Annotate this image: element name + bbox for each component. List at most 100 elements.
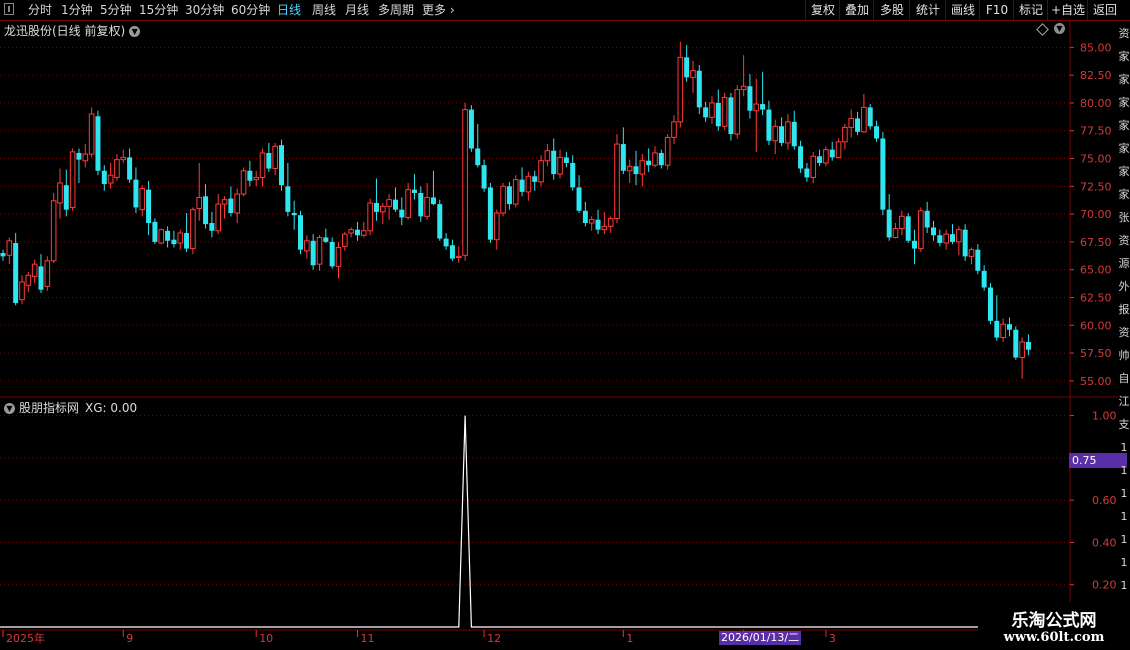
candle-body-down <box>146 189 152 224</box>
candle-body-up <box>190 209 196 250</box>
side-info-char: 1 <box>1120 441 1128 454</box>
candle-body-up <box>614 143 620 220</box>
candle <box>430 170 436 206</box>
candle <box>481 159 487 192</box>
candle <box>912 229 918 265</box>
candle <box>677 41 684 128</box>
candle-body-up <box>772 125 779 142</box>
candle-body-up <box>968 249 975 257</box>
candle <box>196 162 203 221</box>
candle-body-down <box>532 176 538 182</box>
candle <box>158 228 165 245</box>
indicator-name: 股朋指标网 <box>19 401 80 415</box>
candle-body-down <box>905 216 911 241</box>
side-info-char: 帅 <box>1118 349 1130 362</box>
candle-body-up <box>734 89 741 135</box>
candle-body-down <box>506 186 512 205</box>
candle <box>633 150 639 186</box>
candle-body-up <box>348 229 354 234</box>
candle <box>266 142 272 172</box>
candle <box>626 159 633 183</box>
candle <box>165 226 171 248</box>
candle <box>772 119 779 155</box>
cursor-date-badge: 2026/01/13/二 <box>719 631 802 645</box>
candle <box>551 138 557 180</box>
candle-body-up <box>588 219 595 224</box>
candle <box>943 229 949 250</box>
candle-body-down <box>1006 324 1012 330</box>
price-tick-label: 82.50 <box>1080 69 1112 82</box>
candle-body-down <box>38 266 44 290</box>
side-info-char: 家 <box>1118 50 1130 63</box>
candle-body-up <box>462 109 468 256</box>
candle-body-up <box>512 179 519 205</box>
candle-body-up <box>639 160 646 175</box>
candle <box>38 254 44 294</box>
chevron-down-icon[interactable]: ▼ <box>129 26 141 37</box>
candle-body-up <box>525 175 532 193</box>
candle <box>538 155 544 187</box>
candle <box>25 271 32 292</box>
candle <box>190 207 196 255</box>
price-tick-label: 70.00 <box>1080 208 1112 221</box>
candle-body-up <box>538 160 544 183</box>
side-info-char: 资 <box>1118 27 1130 40</box>
candle-body-down <box>487 187 493 240</box>
chevron-down-icon[interactable]: ▼ <box>1054 23 1065 34</box>
candle-body-down <box>855 118 861 132</box>
candle-body-down <box>184 233 190 249</box>
candle <box>63 169 69 217</box>
candle <box>785 114 791 150</box>
candle-body-down <box>658 152 664 166</box>
candle-body-up <box>601 225 608 231</box>
candle <box>962 224 968 261</box>
chevron-down-icon[interactable]: ▼ <box>4 403 15 414</box>
candle <box>361 221 367 238</box>
candle-body-down <box>620 144 626 171</box>
candle <box>798 140 804 173</box>
side-info-char: 1 <box>1120 510 1128 523</box>
candle <box>614 134 620 224</box>
time-tick-label: 3 <box>829 632 836 645</box>
candle <box>829 141 835 161</box>
candle-body-down <box>101 170 107 185</box>
candle-body-up <box>380 205 386 213</box>
candle <box>671 115 677 145</box>
candle <box>272 142 278 176</box>
candle-body-up <box>500 185 506 214</box>
candle-body-down <box>228 198 234 213</box>
candle <box>335 241 342 279</box>
candle <box>525 171 532 201</box>
candle-body-down <box>760 104 766 110</box>
candle <box>532 170 538 191</box>
candle <box>6 237 13 265</box>
candle <box>215 194 222 235</box>
candle <box>728 92 734 141</box>
candle-body-down <box>931 227 937 236</box>
xg-signal-line <box>0 415 1070 628</box>
candle-body-down <box>418 192 424 217</box>
time-tick-label: 1 <box>626 632 633 645</box>
candle-body-down <box>399 209 405 218</box>
candle-body-up <box>848 117 855 128</box>
candle <box>323 228 329 244</box>
indicator-tick-label: 0.60 <box>1092 494 1117 507</box>
candle-body-down <box>329 241 335 267</box>
side-info-char: 资 <box>1118 326 1130 339</box>
side-info-strip: 资家家家家家家家张资源外报资帅自江支11111111 <box>1118 22 1130 632</box>
candle-body-up <box>918 210 924 250</box>
candle <box>703 101 709 122</box>
candle <box>310 234 316 270</box>
kline-chart[interactable]: 55.00 57.50 60.00 62.50 65.00 67.50 70.00 72.50… <box>0 0 1130 650</box>
side-info-char: 家 <box>1118 73 1130 86</box>
candle <box>512 175 519 208</box>
candle-body-down <box>1013 329 1019 358</box>
price-tick-label: 77.50 <box>1080 125 1112 138</box>
candle <box>101 165 107 191</box>
candle-body-up <box>861 106 867 133</box>
candle <box>177 229 184 250</box>
indicator-layer <box>0 415 1070 628</box>
candle-body-down <box>747 86 753 111</box>
candle <box>721 92 728 130</box>
candle-body-up <box>557 156 563 175</box>
